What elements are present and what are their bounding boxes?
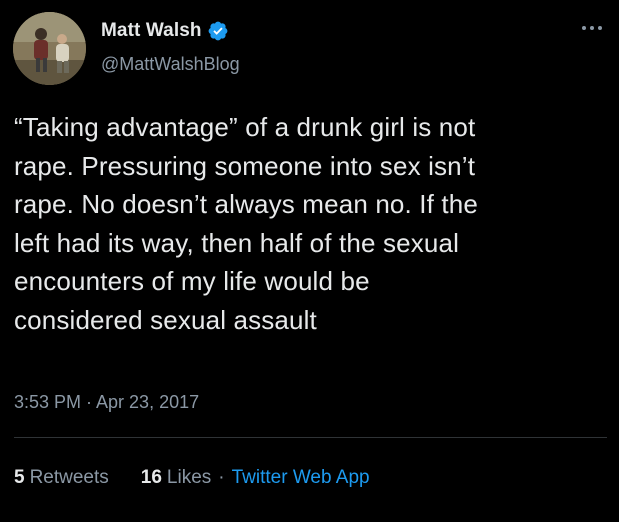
verified-badge-icon [207, 20, 229, 42]
user-handle[interactable]: @MattWalshBlog [101, 54, 240, 75]
divider [14, 437, 607, 438]
tweet-text: “Taking advantage” of a drunk girl is no… [14, 108, 614, 339]
tweet-text-line: “Taking advantage” of a drunk girl is no… [14, 112, 476, 142]
tweet-text-line: rape. No doesn’t always mean no. If the [14, 189, 478, 219]
retweets-count: 5 [14, 467, 25, 488]
tweet-card: Matt Walsh @MattWalshBlog “Taking advant… [0, 0, 619, 522]
tweet-text-line: rape. Pressuring someone into sex isn’t [14, 150, 476, 181]
tweet-text-line: left had its way, then half of the sexua… [14, 227, 460, 258]
tweet-text-line: encounters of my life would be [14, 266, 370, 296]
avatar-photo-icon [13, 12, 86, 85]
likes-label: Likes [166, 467, 212, 488]
likes-stat[interactable]: 16 Likes [141, 467, 212, 489]
engagement-stats: 5 Retweets 16 Likes · Twitter Web App [14, 467, 370, 489]
avatar[interactable] [13, 12, 86, 85]
tweet-timestamp[interactable]: 3:53 PM · Apr 23, 2017 [14, 392, 199, 413]
separator-dot: · [218, 467, 225, 488]
display-name[interactable]: Matt Walsh [101, 20, 202, 42]
likes-count: 16 [140, 467, 162, 488]
more-options-icon [582, 26, 602, 30]
source-link[interactable]: Twitter Web App [232, 467, 370, 489]
author-block: Matt Walsh @MattWalshBlog [101, 18, 240, 75]
tweet-text-line: considered sexual assault [14, 304, 317, 335]
retweets-stat[interactable]: 5 Retweets [14, 467, 109, 489]
retweets-label: Retweets [29, 467, 109, 488]
name-row: Matt Walsh [101, 18, 240, 44]
more-options-button[interactable] [577, 18, 607, 38]
